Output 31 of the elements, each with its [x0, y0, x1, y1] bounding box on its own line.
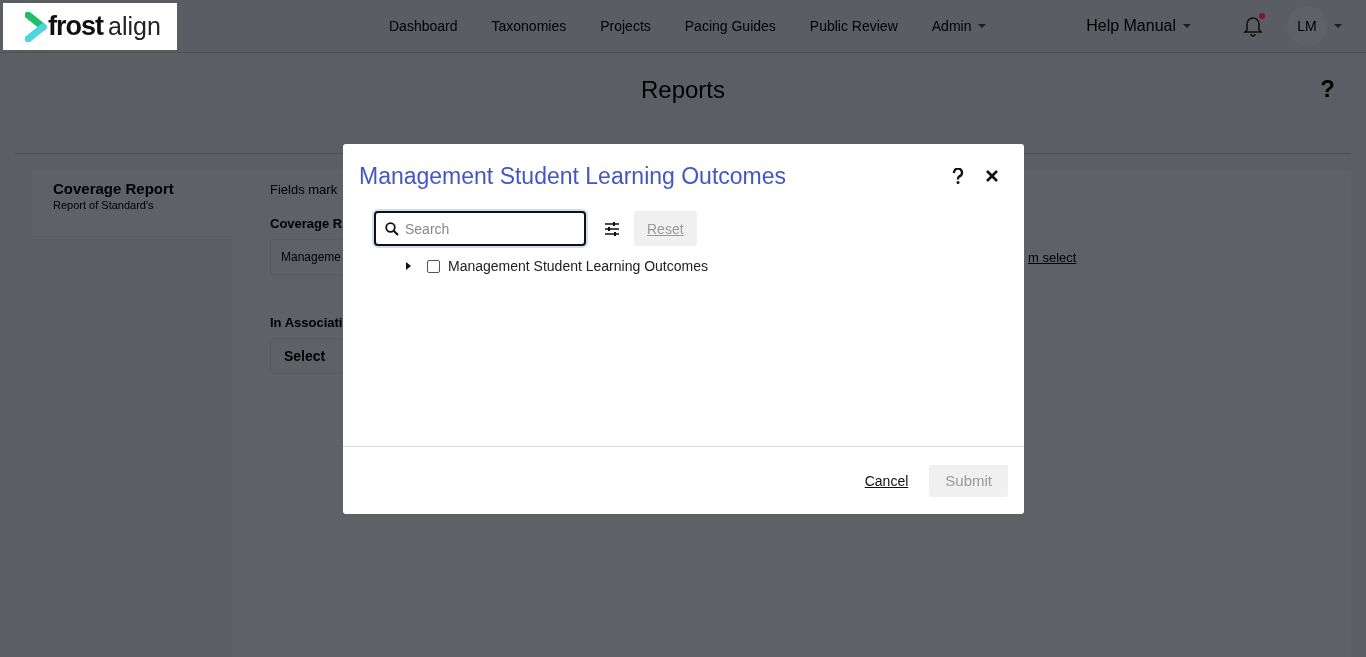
nav-link[interactable]: Admin: [931, 18, 987, 34]
help-icon[interactable]: [952, 168, 964, 184]
select-link[interactable]: m select: [1028, 249, 1077, 265]
field-label: Coverage R: [270, 216, 343, 231]
form-note: Fields mark: [270, 182, 339, 197]
page-title: Reports: [640, 76, 725, 104]
chevron-icon: [25, 11, 47, 42]
nav-link[interactable]: Taxonomies: [491, 18, 567, 34]
user-avatar: LM: [1287, 6, 1327, 46]
close-icon[interactable]: [986, 170, 998, 182]
tree-item-label[interactable]: Management Student Learning Outcomes: [448, 258, 708, 274]
caret-icon: [1334, 24, 1342, 28]
dialog-title: Management Student Learning Outcomes: [359, 162, 788, 190]
nav-link[interactable]: Projects: [600, 18, 651, 34]
search-field[interactable]: Search: [374, 211, 586, 246]
cancel-link[interactable]: Cancel: [864, 472, 909, 489]
caret-icon: [1183, 24, 1191, 28]
field-label: In Associati: [270, 315, 343, 330]
nav-link[interactable]: Public Review: [809, 18, 898, 34]
expand-toggle-icon[interactable]: [406, 262, 411, 270]
nav-link[interactable]: Dashboard: [389, 18, 458, 34]
search-icon: [385, 222, 399, 236]
bell-icon[interactable]: [1243, 15, 1263, 37]
report-subtitle: Report of Standard's: [53, 199, 155, 211]
checkbox[interactable]: [427, 259, 440, 273]
user-menu[interactable]: LM: [1287, 6, 1342, 46]
sliders-icon[interactable]: [604, 221, 620, 236]
nav-link[interactable]: Pacing Guides: [684, 18, 776, 34]
help-icon[interactable]: ?: [1320, 75, 1335, 103]
logo[interactable]: frost align: [3, 3, 177, 50]
report-title: Coverage Report: [53, 180, 175, 197]
